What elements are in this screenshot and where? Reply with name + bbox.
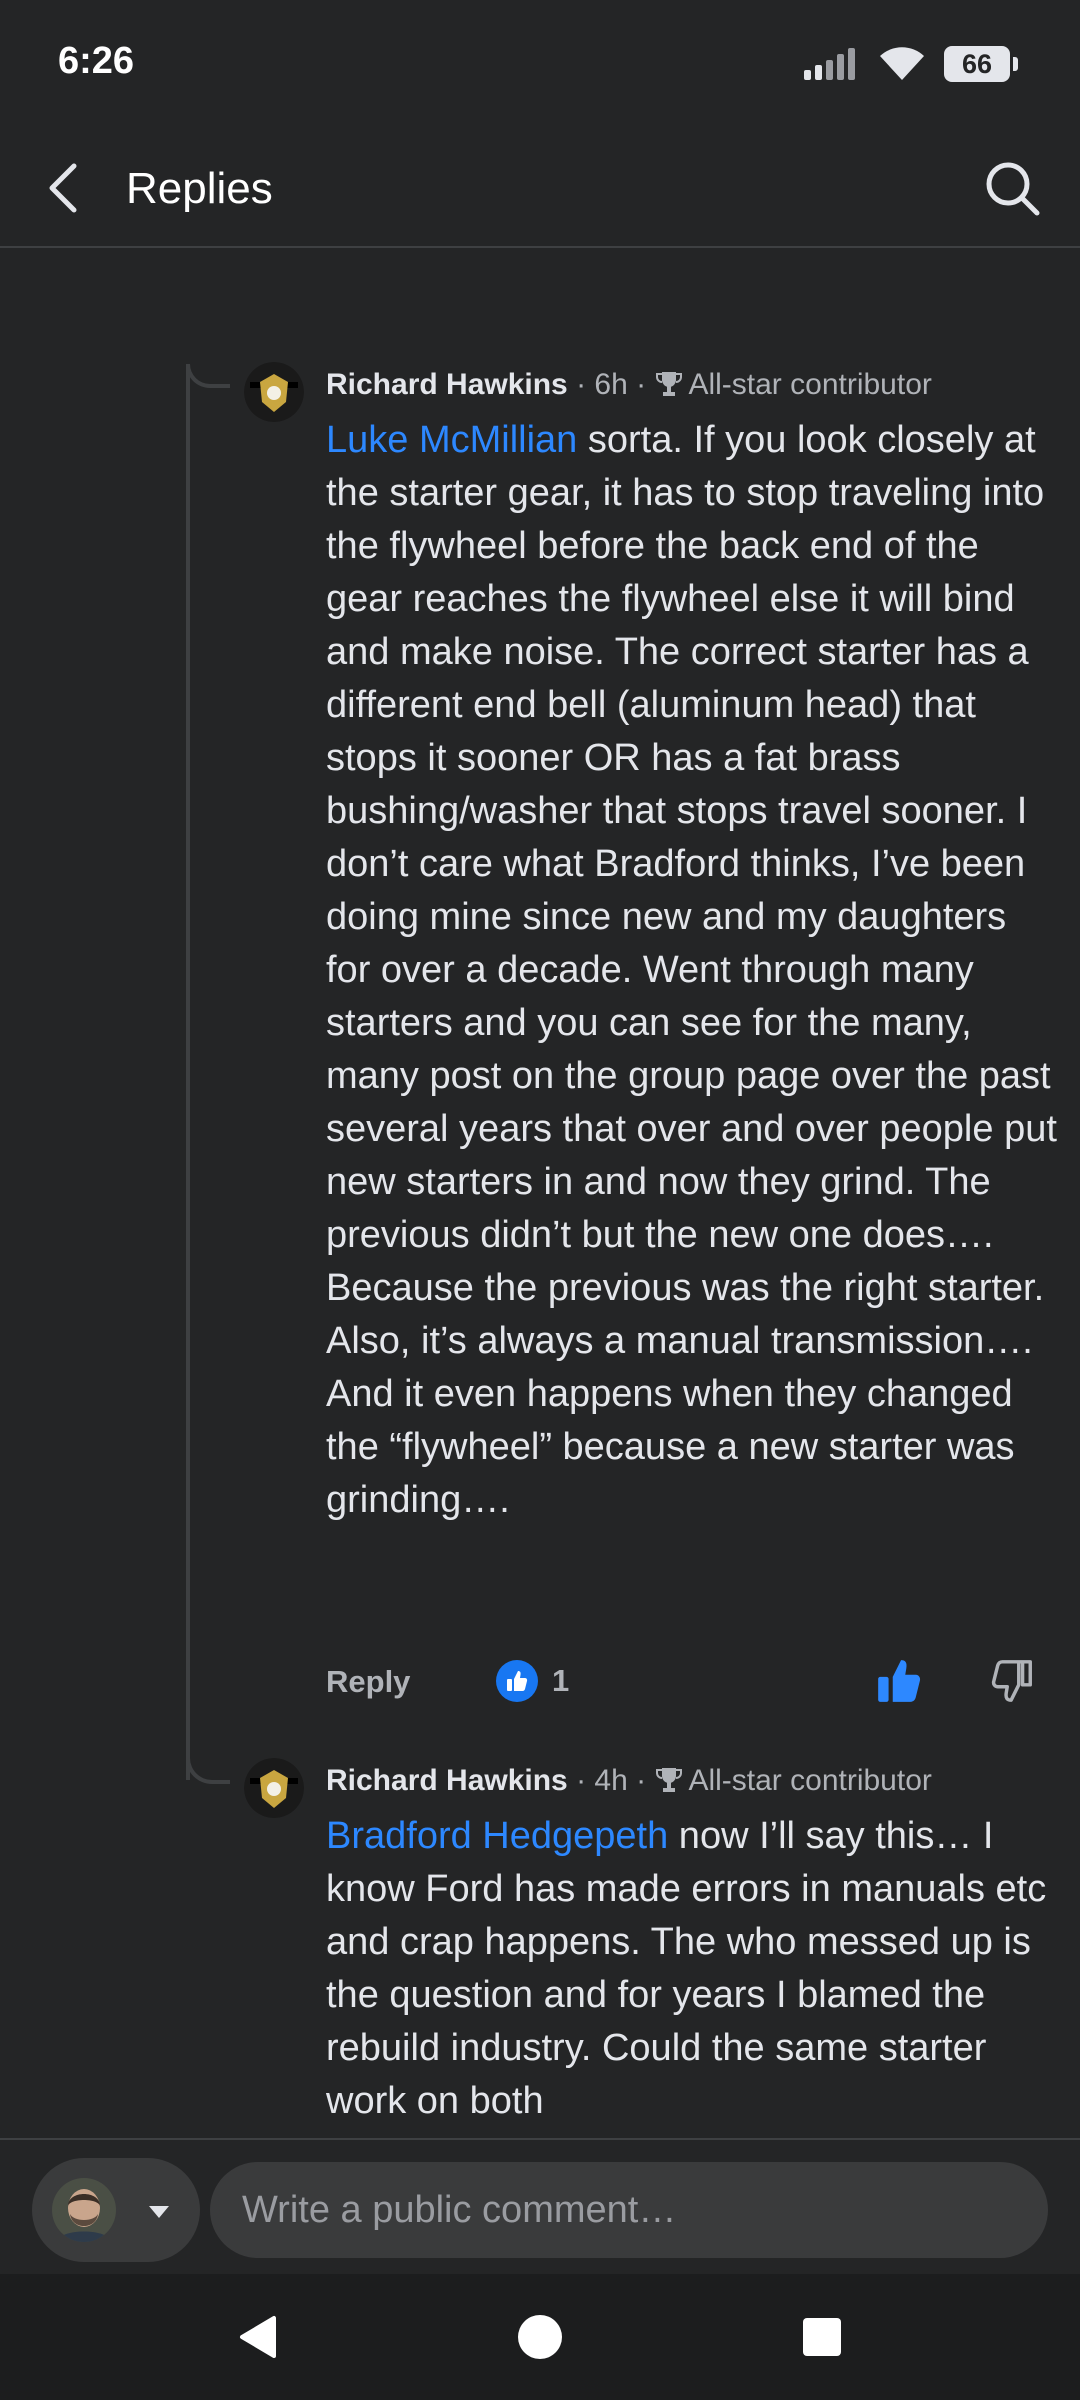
battery-level: 66	[961, 48, 993, 79]
thumbs-down-icon	[991, 1660, 1032, 1702]
circle-home-icon	[518, 2315, 562, 2359]
author-name[interactable]: Richard Hawkins	[326, 368, 568, 401]
nav-home-button[interactable]	[515, 2312, 565, 2362]
trophy-icon	[656, 372, 683, 396]
nav-recents-button[interactable]	[797, 2312, 847, 2362]
profile-switcher[interactable]	[32, 2158, 200, 2262]
nav-back-button[interactable]	[234, 2312, 284, 2362]
comment-item: Richard Hawkins · 4h · All-star contribu…	[244, 1758, 1054, 2138]
thread-branch	[186, 1740, 230, 1784]
status-time: 6:26	[58, 40, 135, 82]
reaction-summary[interactable]: 1	[496, 1660, 569, 1702]
thread-line	[186, 364, 190, 1780]
status-bar: 6:26 66	[0, 0, 1080, 130]
user-avatar-icon	[52, 2178, 116, 2242]
system-nav-bar	[0, 2274, 1080, 2400]
comment-body: Bradford Hedgepeth now I’ll say this… I …	[326, 1810, 1066, 2128]
contributor-badge: All-star contributor	[688, 1764, 932, 1797]
trophy-icon	[656, 1768, 683, 1792]
comment-text: now I’ll say this… I know Ford has made …	[326, 1815, 1047, 2122]
mention-link[interactable]: Bradford Hedgepeth	[326, 1815, 668, 1857]
comment-meta: Richard Hawkins · 6h · All-star contribu…	[326, 368, 932, 402]
thumbs-up-icon	[878, 1660, 921, 1702]
comment-item: Richard Hawkins · 6h · All-star contribu…	[244, 362, 1057, 1702]
search-icon	[986, 162, 1040, 216]
signal-icon	[804, 48, 855, 80]
police-badge-avatar-icon	[244, 1758, 304, 1818]
battery-indicator: 66	[944, 46, 1018, 82]
dislike-button[interactable]	[990, 1658, 1036, 1708]
contributor-badge: All-star contributor	[688, 368, 932, 401]
square-recents-icon	[803, 2318, 841, 2356]
comment-time: · 4h ·	[567, 1764, 655, 1797]
avatar[interactable]	[244, 1758, 304, 1818]
comment-text: sorta. If you look closely at the starte…	[326, 419, 1057, 1521]
comment-input[interactable]	[210, 2162, 1048, 2258]
comment-meta: Richard Hawkins · 4h · All-star contribu…	[326, 1764, 932, 1798]
comment-body: Luke McMillian sorta. If you look closel…	[326, 414, 1058, 1527]
thread-branch	[186, 364, 230, 388]
mention-link[interactable]: Luke McMillian	[326, 419, 577, 461]
back-button[interactable]	[40, 160, 90, 216]
search-button[interactable]	[982, 158, 1042, 218]
comment-composer	[0, 2138, 1080, 2276]
avatar[interactable]	[244, 362, 304, 422]
wifi-icon	[880, 47, 924, 80]
comment-time: · 6h ·	[567, 368, 655, 401]
status-icons: 66	[804, 46, 1018, 82]
reaction-count: 1	[552, 1663, 570, 1698]
comment-actions: Reply 1	[326, 1654, 1066, 1714]
like-button[interactable]	[874, 1656, 924, 1706]
header: Replies	[0, 130, 1080, 248]
chevron-left-icon	[49, 163, 77, 213]
author-name[interactable]: Richard Hawkins	[326, 1764, 568, 1797]
police-badge-avatar-icon	[244, 362, 304, 422]
triangle-back-icon	[240, 2316, 276, 2358]
caret-down-icon	[149, 2206, 169, 2218]
avatar	[52, 2178, 116, 2242]
reply-button[interactable]: Reply	[326, 1664, 410, 1700]
like-reaction-icon	[496, 1660, 538, 1702]
page-title: Replies	[126, 164, 273, 213]
